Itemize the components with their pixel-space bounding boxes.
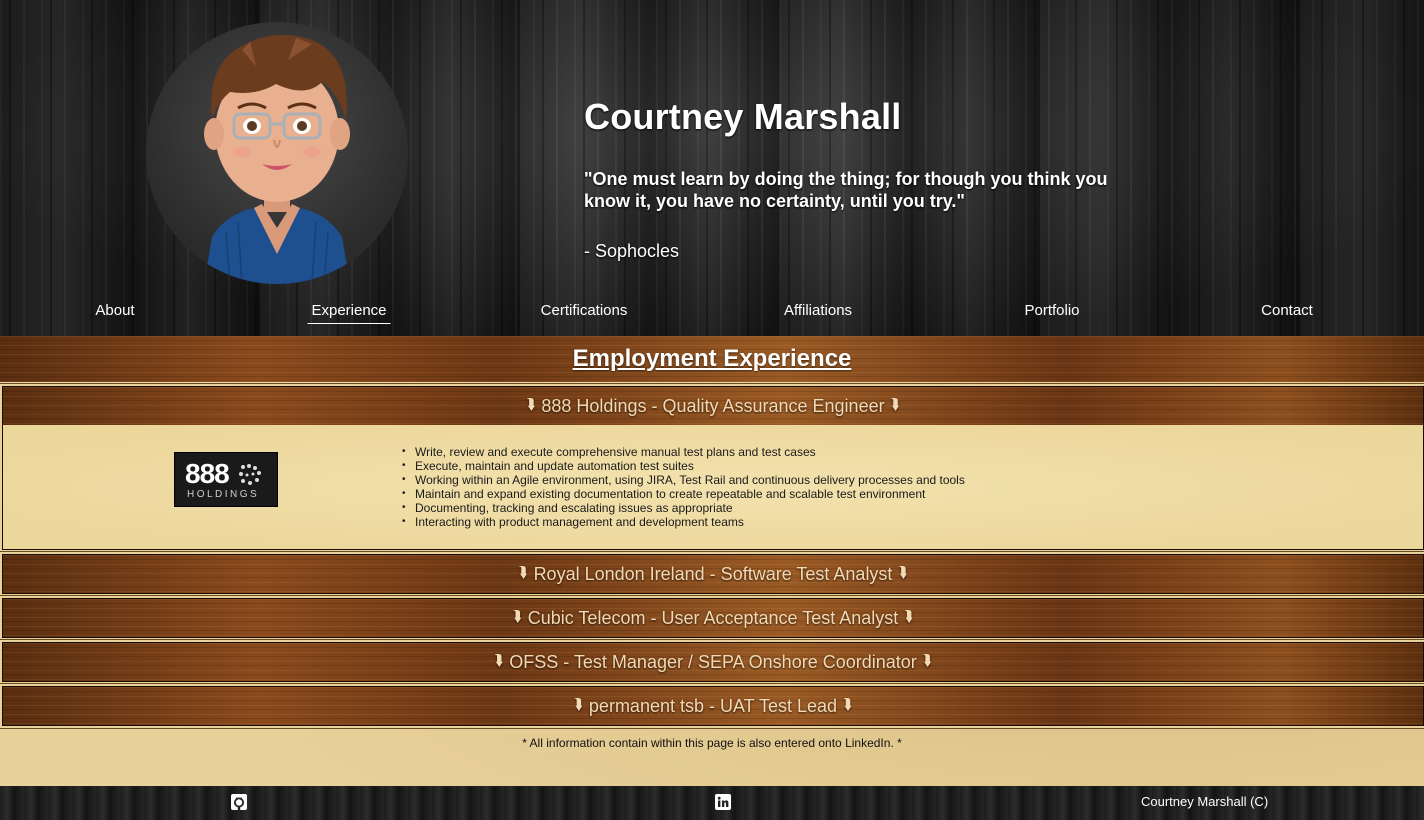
logo-subtext: HOLDINGS — [187, 489, 260, 500]
linkedin-footnote: * All information contain within this pa… — [522, 736, 902, 750]
job-accordion-888-holdings: ⮯ 888 Holdings - Quality Assurance Engin… — [2, 386, 1424, 550]
logo-number: 888 — [185, 458, 230, 489]
nav-item-contact[interactable]: Contact — [1257, 302, 1317, 323]
page-title: Courtney Marshall — [584, 96, 902, 137]
chevron-down-icon: ⮯ — [922, 651, 932, 669]
section-title: Employment Experience — [572, 345, 852, 372]
job-accordion-cubic-telecom: ⮯ Cubic Telecom - User Acceptance Test A… — [2, 598, 1424, 638]
chevron-down-icon: ⮯ — [512, 607, 522, 625]
list-item: Write, review and execute comprehensive … — [402, 445, 965, 459]
job-title: OFSS - Test Manager / SEPA Onshore Coord… — [509, 651, 917, 672]
job-duties-list: Write, review and execute comprehensive … — [402, 445, 965, 529]
header: Courtney Marshall "One must learn by doi… — [0, 0, 1424, 336]
job-title: Cubic Telecom - User Acceptance Test Ana… — [527, 607, 899, 628]
logo-dots-icon — [239, 464, 261, 485]
chevron-down-icon: ⮯ — [574, 695, 583, 713]
job-header-ofss[interactable]: ⮯ OFSS - Test Manager / SEPA Onshore Coo… — [3, 643, 1423, 681]
hero-text: Courtney Marshall "One must learn by doi… — [584, 96, 1144, 262]
chevron-down-icon: ⮯ — [526, 395, 536, 413]
avatar-illustration — [204, 34, 350, 284]
list-item: Interacting with product management and … — [402, 515, 965, 529]
github-icon[interactable] — [231, 794, 247, 810]
job-title: Royal London Ireland - Software Test Ana… — [533, 563, 893, 584]
job-header-888-holdings[interactable]: ⮯ 888 Holdings - Quality Assurance Engin… — [3, 387, 1423, 425]
chevron-down-icon: ⮯ — [898, 563, 908, 581]
nav-item-experience[interactable]: Experience — [307, 302, 391, 324]
job-header-permanent-tsb[interactable]: ⮯ permanent tsb - UAT Test Lead ⮯ — [3, 687, 1423, 725]
section-title-bar: Employment Experience — [0, 336, 1424, 382]
avatar — [146, 22, 408, 284]
chevron-down-icon: ⮯ — [843, 695, 852, 713]
chevron-down-icon: ⮯ — [890, 395, 900, 413]
nav-item-about[interactable]: About — [91, 302, 138, 323]
list-item: Execute, maintain and update automation … — [402, 459, 965, 473]
nav-item-portfolio[interactable]: Portfolio — [1020, 302, 1083, 323]
company-logo-888-holdings: 888 HOLDINGS — [174, 452, 278, 507]
job-accordion-royal-london: ⮯ Royal London Ireland - Software Test A… — [2, 554, 1424, 594]
job-accordion-ofss: ⮯ OFSS - Test Manager / SEPA Onshore Coo… — [2, 642, 1424, 682]
chevron-down-icon: ⮯ — [904, 607, 914, 625]
job-details-888-holdings: 888 HOLDINGS Write, review and execute c… — [3, 425, 1423, 549]
hero-quote: "One must learn by doing the thing; for … — [584, 169, 1108, 211]
job-accordion-permanent-tsb: ⮯ permanent tsb - UAT Test Lead ⮯ — [2, 686, 1424, 726]
job-title: 888 Holdings - Quality Assurance Enginee… — [541, 395, 885, 416]
experience-section: Employment Experience ⮯ 888 Holdings - Q… — [0, 336, 1424, 786]
list-item: Documenting, tracking and escalating iss… — [402, 501, 965, 515]
chevron-down-icon: ⮯ — [494, 651, 504, 669]
list-item: Working within an Agile environment, usi… — [402, 473, 965, 487]
linkedin-icon[interactable] — [715, 794, 731, 810]
nav-item-affiliations[interactable]: Affiliations — [780, 302, 856, 323]
job-header-cubic-telecom[interactable]: ⮯ Cubic Telecom - User Acceptance Test A… — [3, 599, 1423, 637]
job-title: permanent tsb - UAT Test Lead — [588, 695, 838, 716]
footer: Courtney Marshall (C) — [0, 786, 1424, 820]
chevron-down-icon: ⮯ — [518, 563, 528, 581]
job-header-royal-london[interactable]: ⮯ Royal London Ireland - Software Test A… — [3, 555, 1423, 593]
nav-item-certifications[interactable]: Certifications — [537, 302, 632, 323]
list-item: Maintain and expand existing documentati… — [402, 487, 965, 501]
hero-quote-author: - Sophocles — [584, 241, 680, 261]
footer-copyright: Courtney Marshall (C) — [1141, 794, 1269, 809]
main-nav: About Experience Certifications Affiliat… — [0, 298, 1424, 328]
